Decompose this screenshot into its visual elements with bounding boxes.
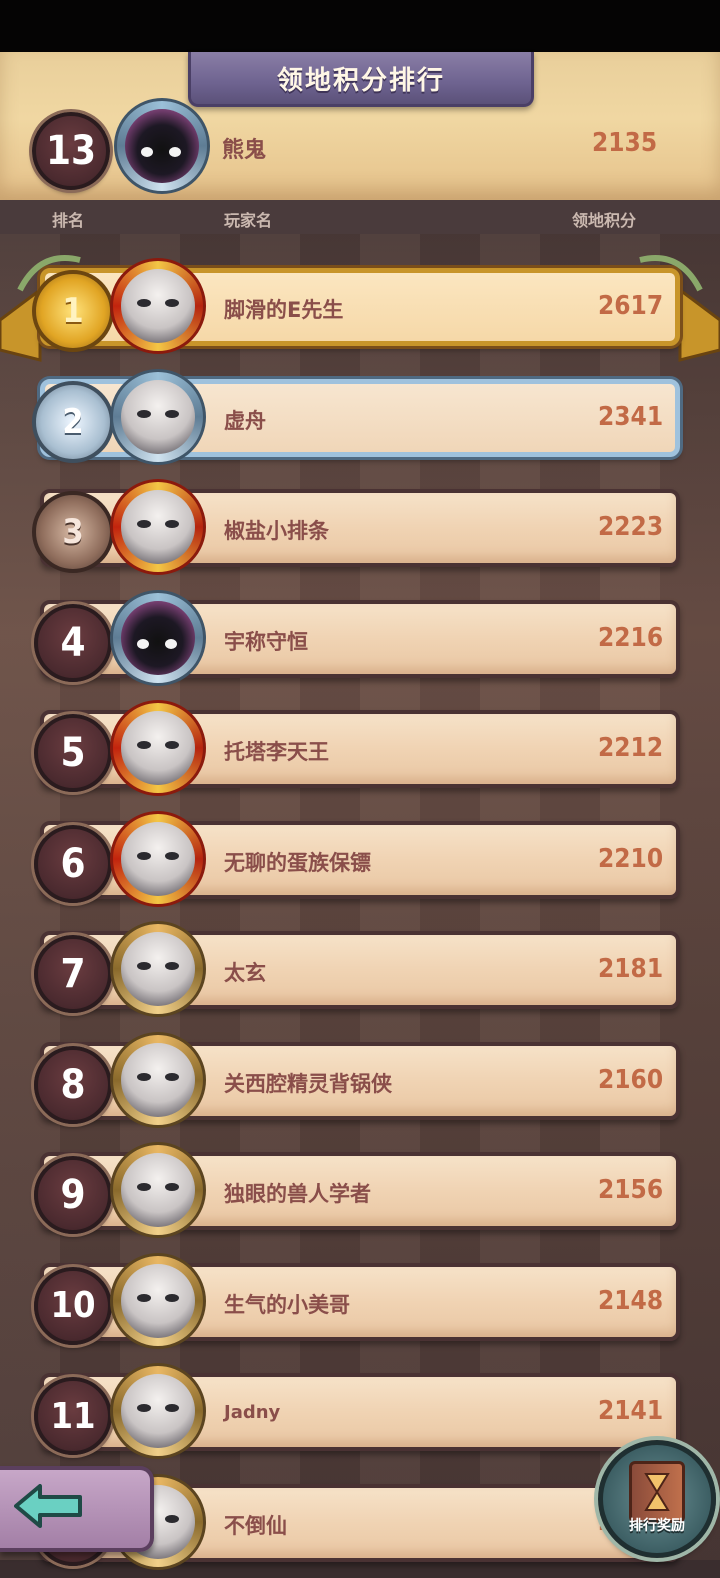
player-name: 无聊的蛋族保镖	[224, 850, 371, 875]
rank-number: 3	[62, 512, 84, 552]
player-score: 2156	[598, 1175, 664, 1205]
avatar-face	[121, 932, 195, 1006]
ranking-row[interactable]: 5 托塔李天王 2212	[0, 694, 720, 804]
player-name: 关西腔精灵背锅侠	[224, 1071, 392, 1096]
player-avatar[interactable]	[110, 258, 206, 354]
player-avatar[interactable]	[110, 1252, 206, 1349]
player-name: 宇称守恒	[224, 629, 308, 654]
rank-badge: 6	[34, 824, 112, 903]
ranking-row[interactable]: 3 椒盐小排条 2223	[0, 473, 720, 583]
avatar-face	[121, 1042, 195, 1117]
avatar-face	[121, 600, 195, 675]
player-avatar[interactable]	[110, 700, 206, 796]
bronze-medal-icon: 3	[32, 491, 114, 573]
player-avatar[interactable]	[110, 479, 206, 575]
ranking-row[interactable]: 4 宇称守恒 2216	[0, 584, 720, 694]
my-player-name: 熊鬼	[222, 138, 267, 163]
rank-number: 9	[60, 1172, 86, 1218]
title-banner: 领地积分排行	[188, 52, 534, 107]
avatar-face	[125, 109, 199, 183]
player-name: 椒盐小排条	[224, 519, 329, 543]
player-avatar[interactable]	[110, 589, 206, 686]
name-column-header: 玩家名	[224, 211, 273, 230]
ranking-row[interactable]: 11 Jadny 2141	[0, 1357, 720, 1467]
avatar-face	[121, 821, 195, 896]
my-avatar[interactable]	[114, 98, 210, 194]
back-button[interactable]	[0, 1466, 154, 1552]
arrow-left-icon	[14, 1484, 82, 1528]
rank-number: 7	[60, 951, 86, 997]
avatar-face	[121, 379, 195, 454]
page-title: 领地积分排行	[276, 65, 445, 96]
player-name: 虚舟	[224, 408, 266, 433]
player-score: 2160	[598, 1064, 664, 1095]
rank-badge: 10	[34, 1266, 112, 1345]
ranking-row[interactable]: 8 关西腔精灵背锅侠 2160	[0, 1026, 720, 1136]
avatar-face	[121, 1153, 195, 1227]
rank-badge: 5	[34, 714, 112, 792]
ranking-row[interactable]: 6 无聊的蛋族保镖 2210	[0, 805, 720, 915]
rank-number: 5	[60, 730, 86, 776]
my-rank-row: 13 熊鬼 2135	[30, 98, 690, 194]
ranking-row[interactable]: 1 脚滑的E先生 2617	[0, 252, 720, 362]
player-avatar[interactable]	[110, 810, 206, 907]
player-name: Jadny	[224, 1402, 281, 1423]
ranking-row[interactable]: 2 虚舟 2341	[0, 363, 720, 473]
player-avatar[interactable]	[110, 921, 206, 1017]
rank-badge: 4	[34, 603, 112, 682]
silver-medal-icon: 2	[32, 380, 114, 463]
score-column-header: 领地积分	[572, 211, 637, 230]
column-header: 排名 玩家名 领地积分	[0, 200, 720, 234]
player-score: 2223	[598, 512, 664, 542]
rank-badge: 7	[34, 935, 112, 1013]
player-name: 独眼的兽人学者	[224, 1182, 371, 1206]
ranking-row[interactable]: 10 生气的小美哥 2148	[0, 1247, 720, 1357]
player-avatar[interactable]	[110, 368, 206, 465]
player-avatar[interactable]	[110, 1363, 206, 1459]
rank-number: 11	[50, 1395, 96, 1437]
hourglass-icon	[644, 1473, 670, 1511]
player-score: 2141	[598, 1396, 664, 1426]
ranking-row[interactable]: 9 独眼的兽人学者 2156	[0, 1136, 720, 1246]
avatar-face	[121, 269, 195, 343]
player-name: 生气的小美哥	[224, 1292, 350, 1317]
avatar-face	[121, 711, 195, 785]
player-score: 2341	[598, 401, 664, 432]
rank-number: 2	[62, 401, 84, 442]
ranking-reward-button[interactable]: 排行奖励	[598, 1440, 716, 1558]
rank-number: 6	[60, 840, 86, 887]
avatar-face	[121, 1263, 195, 1338]
player-name: 脚滑的E先生	[224, 298, 344, 322]
reward-button-label: 排行奖励	[629, 1518, 685, 1534]
player-score: 2216	[598, 622, 664, 653]
ranking-row[interactable]: 7 太玄 2181	[0, 915, 720, 1025]
rank-number: 10	[50, 1285, 96, 1326]
rank-number: 8	[60, 1061, 86, 1108]
my-score: 2135	[592, 128, 658, 158]
player-avatar[interactable]	[110, 1031, 206, 1128]
rank-badge: 9	[34, 1156, 112, 1234]
hourglass-book-icon	[629, 1461, 685, 1523]
rank-badge: 8	[34, 1045, 112, 1124]
my-rank-badge: 13	[32, 112, 110, 190]
rank-badge: 11	[34, 1377, 112, 1455]
player-name: 不倒仙	[224, 1513, 287, 1538]
rank-number: 4	[60, 619, 86, 666]
status-bar	[0, 0, 720, 52]
player-avatar[interactable]	[110, 1142, 206, 1238]
player-name: 托塔李天王	[224, 740, 329, 764]
avatar-face	[121, 490, 195, 564]
player-score: 2181	[598, 954, 664, 984]
rank-column-header: 排名	[52, 211, 85, 230]
player-score: 2212	[598, 733, 664, 763]
player-score: 2148	[598, 1285, 664, 1316]
player-score: 2210	[598, 843, 664, 874]
gold-medal-icon: 1	[32, 270, 114, 352]
avatar-face	[121, 1374, 195, 1448]
player-score: 2617	[598, 291, 664, 321]
rank-number: 1	[62, 291, 84, 331]
player-name: 太玄	[224, 961, 266, 985]
